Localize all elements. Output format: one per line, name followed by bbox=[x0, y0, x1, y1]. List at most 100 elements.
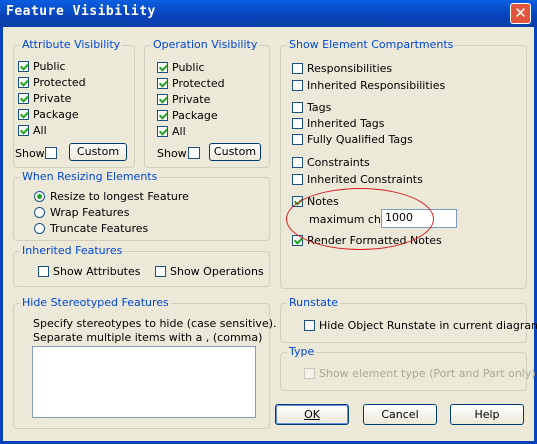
attr-private-label: Private bbox=[33, 92, 72, 105]
show-attributes-label: Show Attributes bbox=[53, 265, 141, 278]
checkbox-icon bbox=[292, 118, 303, 129]
op-protected-checkbox[interactable]: Protected bbox=[157, 77, 225, 90]
attr-all-checkbox[interactable]: All bbox=[18, 124, 47, 137]
fully-qualified-tags-label: Fully Qualified Tags bbox=[307, 133, 413, 146]
op-private-label: Private bbox=[172, 93, 211, 106]
op-package-label: Package bbox=[172, 109, 218, 122]
wrap-features-radio[interactable]: Wrap Features bbox=[34, 206, 129, 219]
checkbox-icon bbox=[292, 102, 303, 113]
radio-icon bbox=[34, 223, 45, 234]
checkbox-icon bbox=[292, 196, 303, 207]
show-element-type-label: Show element type (Port and Part only) bbox=[319, 367, 536, 380]
tags-label: Tags bbox=[307, 101, 332, 114]
checkbox-icon bbox=[38, 266, 49, 277]
attr-custom-button[interactable]: Custom bbox=[69, 143, 127, 161]
checkbox-icon bbox=[292, 63, 303, 74]
attr-protected-checkbox[interactable]: Protected bbox=[18, 76, 86, 89]
checkbox-icon bbox=[304, 320, 315, 331]
checkbox-icon bbox=[292, 80, 303, 91]
checkbox-icon bbox=[292, 174, 303, 185]
inherited-constraints-checkbox[interactable]: Inherited Constraints bbox=[292, 173, 423, 186]
truncate-features-label: Truncate Features bbox=[50, 222, 149, 235]
checkbox-icon bbox=[18, 77, 29, 88]
inherited-features-group: Inherited Features Show Attributes Show … bbox=[13, 244, 270, 287]
help-label: Help bbox=[474, 408, 500, 421]
op-public-checkbox[interactable]: Public bbox=[157, 61, 205, 74]
hide-runstate-checkbox[interactable]: Hide Object Runstate in current diagram bbox=[304, 319, 537, 332]
render-formatted-notes-label: Render Formatted Notes bbox=[307, 234, 442, 247]
title-bar: Feature Visibility ✕ bbox=[0, 0, 537, 27]
ok-label: OK bbox=[304, 408, 320, 421]
ok-button[interactable]: OK bbox=[275, 404, 349, 425]
fully-qualified-tags-checkbox[interactable]: Fully Qualified Tags bbox=[292, 133, 413, 146]
show-operations-checkbox[interactable]: Show Operations bbox=[155, 265, 264, 278]
responsibilities-label: Responsibilities bbox=[307, 62, 393, 75]
attribute-visibility-group: Attribute Visibility Public Protected Pr… bbox=[13, 38, 135, 168]
op-custom-button[interactable]: Custom bbox=[209, 143, 261, 161]
compartments-label: Show Element Compartments bbox=[287, 38, 456, 51]
attr-protected-label: Protected bbox=[33, 76, 86, 89]
op-show-label: Show bbox=[157, 147, 187, 160]
constraints-checkbox[interactable]: Constraints bbox=[292, 156, 370, 169]
wrap-features-label: Wrap Features bbox=[50, 206, 130, 219]
window-title: Feature Visibility bbox=[6, 4, 156, 19]
attribute-visibility-label: Attribute Visibility bbox=[20, 38, 123, 51]
resizing-label: When Resizing Elements bbox=[20, 170, 160, 183]
attr-custom-label: Custom bbox=[76, 145, 120, 158]
op-all-checkbox[interactable]: All bbox=[157, 125, 186, 138]
inherited-responsibilities-label: Inherited Responsibilities bbox=[307, 79, 446, 92]
op-package-checkbox[interactable]: Package bbox=[157, 109, 218, 122]
attr-public-label: Public bbox=[33, 60, 66, 73]
compartments-group: Show Element Compartments Responsibiliti… bbox=[280, 38, 527, 289]
checkbox-icon bbox=[304, 368, 315, 379]
op-protected-label: Protected bbox=[172, 77, 225, 90]
op-private-checkbox[interactable]: Private bbox=[157, 93, 210, 106]
attr-package-checkbox[interactable]: Package bbox=[18, 108, 79, 121]
stereotypes-textarea[interactable] bbox=[32, 346, 256, 418]
checkbox-icon bbox=[292, 157, 303, 168]
render-formatted-notes-checkbox[interactable]: Render Formatted Notes bbox=[292, 234, 442, 247]
runstate-label: Runstate bbox=[287, 296, 340, 309]
runstate-group: Runstate Hide Object Runstate in current… bbox=[280, 296, 537, 343]
responsibilities-checkbox[interactable]: Responsibilities bbox=[292, 62, 392, 75]
checkbox-icon bbox=[157, 78, 168, 89]
show-attributes-checkbox[interactable]: Show Attributes bbox=[38, 265, 140, 278]
checkbox-icon bbox=[18, 61, 29, 72]
attr-show-checkbox[interactable] bbox=[45, 147, 57, 159]
attr-show-label: Show bbox=[15, 147, 45, 160]
type-group: Type Show element type (Port and Part on… bbox=[280, 345, 536, 391]
attr-package-label: Package bbox=[33, 108, 79, 121]
hide-runstate-label: Hide Object Runstate in current diagram bbox=[319, 319, 537, 332]
notes-checkbox[interactable]: Notes bbox=[292, 195, 339, 208]
operation-visibility-label: Operation Visibility bbox=[151, 38, 260, 51]
checkbox-icon bbox=[18, 125, 29, 136]
checkbox-icon bbox=[157, 126, 168, 137]
attr-private-checkbox[interactable]: Private bbox=[18, 92, 71, 105]
max-chars-value: 1000 bbox=[385, 211, 413, 224]
op-all-label: All bbox=[172, 125, 186, 138]
checkbox-icon bbox=[18, 93, 29, 104]
op-custom-label: Custom bbox=[213, 145, 257, 158]
stereotype-help-line1: Specify stereotypes to hide (case sensit… bbox=[33, 317, 277, 330]
truncate-features-radio[interactable]: Truncate Features bbox=[34, 222, 148, 235]
checkbox-icon bbox=[157, 110, 168, 121]
tags-checkbox[interactable]: Tags bbox=[292, 101, 331, 114]
attr-all-label: All bbox=[33, 124, 47, 137]
attr-public-checkbox[interactable]: Public bbox=[18, 60, 66, 73]
inherited-constraints-label: Inherited Constraints bbox=[307, 173, 423, 186]
max-chars-input[interactable]: 1000 bbox=[381, 209, 457, 228]
show-operations-label: Show Operations bbox=[170, 265, 264, 278]
inherited-tags-checkbox[interactable]: Inherited Tags bbox=[292, 117, 384, 130]
hide-stereotyped-group: Hide Stereotyped Features Specify stereo… bbox=[13, 296, 277, 429]
op-show-checkbox[interactable] bbox=[188, 147, 200, 159]
resize-longest-radio[interactable]: Resize to longest Feature bbox=[34, 190, 189, 203]
close-button[interactable]: ✕ bbox=[510, 3, 531, 24]
notes-label: Notes bbox=[307, 195, 339, 208]
resize-longest-label: Resize to longest Feature bbox=[50, 190, 189, 203]
inherited-responsibilities-checkbox[interactable]: Inherited Responsibilities bbox=[292, 79, 445, 92]
show-element-type-checkbox[interactable]: Show element type (Port and Part only) bbox=[304, 367, 536, 380]
type-label: Type bbox=[287, 345, 317, 358]
cancel-button[interactable]: Cancel bbox=[363, 404, 437, 425]
dialog-body: Attribute Visibility Public Protected Pr… bbox=[0, 27, 537, 444]
help-button[interactable]: Help bbox=[450, 404, 524, 425]
